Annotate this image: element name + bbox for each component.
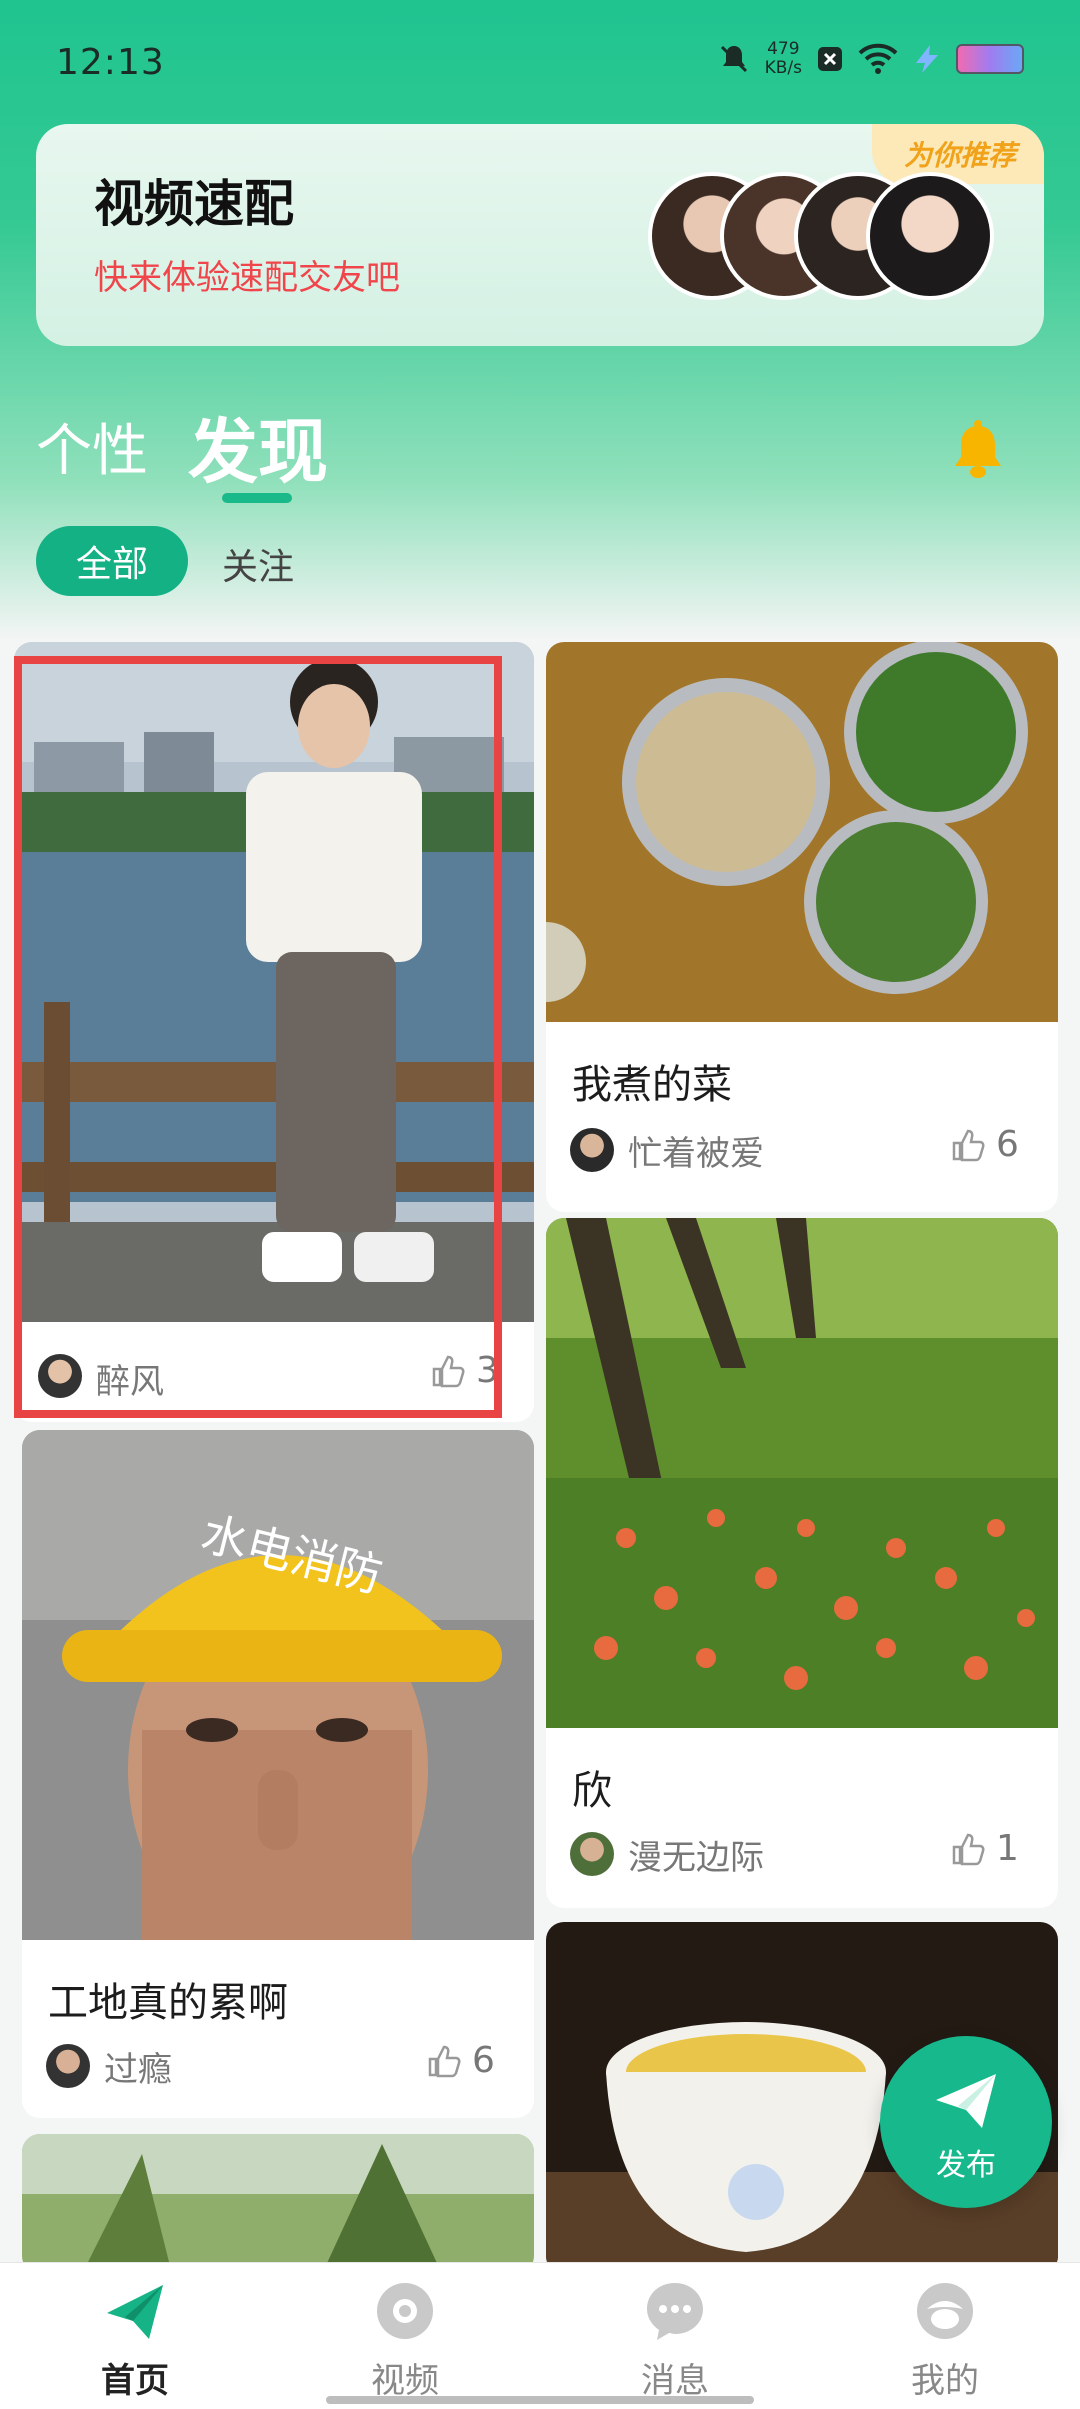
selection-highlight (14, 656, 502, 1418)
publish-label: 发布 (936, 2148, 996, 2183)
video-icon (377, 2283, 433, 2339)
like-button[interactable]: 6 (426, 2040, 495, 2081)
user-avatar[interactable] (46, 2044, 90, 2088)
battery-icon (956, 44, 1024, 74)
nav-video[interactable]: 视频 (270, 2263, 540, 2409)
recommended-avatars (648, 172, 1044, 312)
nav-messages[interactable]: 消息 (540, 2263, 810, 2409)
nav-mine[interactable]: 我的 (810, 2263, 1080, 2409)
charging-bolt-icon (916, 45, 938, 73)
filter-all[interactable]: 全部 (36, 526, 188, 596)
like-count: 6 (996, 1124, 1019, 1165)
thumb-up-icon (952, 1833, 985, 1865)
active-tab-indicator (222, 493, 292, 503)
video-match-banner[interactable]: 视频速配 快来体验速配交友吧 为你推荐 (36, 124, 1044, 346)
status-time: 12:13 (56, 42, 165, 83)
like-count: 6 (472, 2040, 495, 2081)
thumb-up-icon (952, 1129, 985, 1161)
feed-card[interactable]: 欣 漫无边际 1 (546, 1218, 1058, 1908)
wifi-icon (858, 43, 898, 74)
publish-button[interactable]: 发布 (880, 2036, 1052, 2208)
user-name[interactable]: 漫无边际 (628, 1830, 764, 1879)
close-box-icon (818, 47, 842, 71)
paper-plane-icon (107, 2285, 163, 2339)
status-icons: 479 KB/s (717, 40, 1024, 78)
paper-plane-icon (936, 2074, 996, 2128)
chat-bubble-icon (647, 2283, 703, 2340)
like-button[interactable]: 1 (950, 1828, 1019, 1869)
feed-card[interactable] (22, 2134, 534, 2274)
nav-messages-label: 消息 (641, 2361, 709, 2401)
like-button[interactable]: 6 (950, 1124, 1019, 1165)
bottom-navigation: 首页 视频 消息 我的 (0, 2262, 1080, 2409)
thumb-up-icon (428, 2045, 461, 2077)
tab-personal[interactable]: 个性 (36, 406, 148, 487)
nav-mine-label: 我的 (911, 2361, 979, 2401)
notification-bell-icon[interactable] (950, 420, 1006, 482)
post-photo (546, 1218, 1058, 1728)
feed-card[interactable]: 水电消防 工地真的累啊 过瘾 6 (22, 1430, 534, 2118)
banner-subtitle: 快来体验速配交友吧 (94, 258, 400, 298)
post-photo (546, 642, 1058, 1022)
filter-follow[interactable]: 关注 (222, 538, 294, 590)
user-avatar[interactable] (570, 1128, 614, 1172)
nav-video-label: 视频 (371, 2361, 439, 2401)
feed-card[interactable]: 我煮的菜 忙着被爱 6 (546, 642, 1058, 1212)
user-avatar[interactable] (570, 1832, 614, 1876)
post-photo (22, 2134, 534, 2274)
post-title: 欣 (572, 1768, 612, 1814)
banner-title: 视频速配 (94, 175, 294, 233)
post-photo: 水电消防 (22, 1430, 534, 1940)
home-indicator[interactable] (326, 2396, 754, 2404)
network-speed: 479 KB/s (764, 39, 802, 78)
nav-home-label: 首页 (101, 2361, 169, 2401)
post-title: 我煮的菜 (572, 1062, 732, 1108)
user-name[interactable]: 过瘾 (104, 2042, 172, 2091)
avatar (866, 172, 994, 300)
tab-discover[interactable]: 发现 (188, 396, 328, 497)
nav-home[interactable]: 首页 (0, 2263, 270, 2409)
like-count: 1 (996, 1828, 1019, 1869)
post-title: 工地真的累啊 (48, 1980, 288, 2026)
user-name[interactable]: 忙着被爱 (628, 1126, 764, 1175)
mute-bell-icon (720, 45, 747, 73)
status-bar: 12:13 479 KB/s (0, 0, 1080, 120)
profile-icon (917, 2283, 973, 2339)
